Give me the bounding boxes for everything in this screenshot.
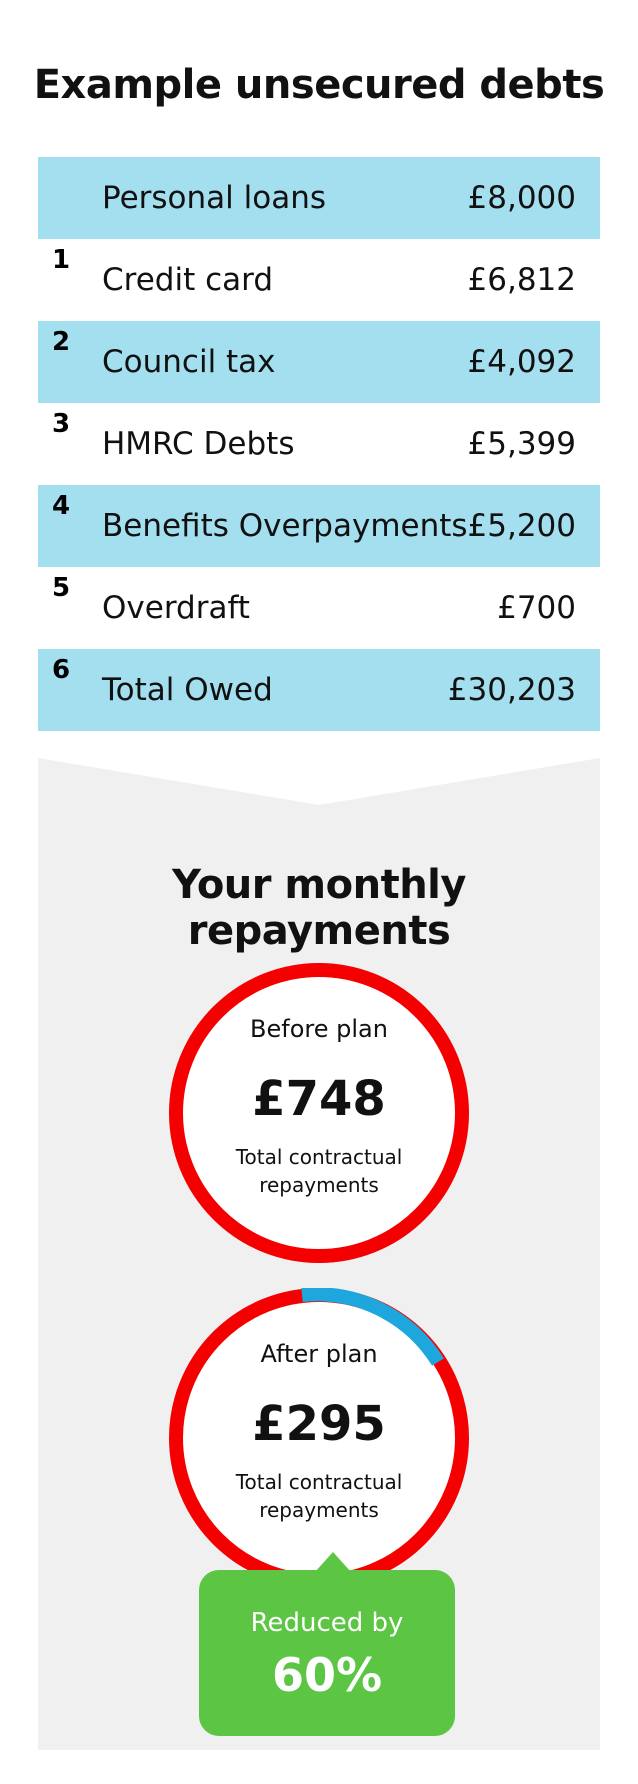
row-number: 4 — [52, 491, 71, 521]
debt-table: Personal loans £8,000 1 Credit card £6,8… — [38, 157, 600, 731]
row-number: 1 — [52, 245, 71, 275]
panel-notch-arrow — [38, 758, 600, 805]
debt-row-hmrc-debts: 3 HMRC Debts £5,399 — [38, 403, 600, 485]
debt-row-credit-card: 1 Credit card £6,812 — [38, 239, 600, 321]
debt-amount: £6,812 — [467, 262, 576, 298]
after-plan-ring: After plan £295 Total contractual repaym… — [169, 1288, 469, 1588]
after-sub-line2: repayments — [259, 1498, 379, 1522]
reduction-label: Reduced by — [250, 1608, 404, 1638]
badge-pointer — [315, 1552, 351, 1572]
debt-row-personal-loans: Personal loans £8,000 — [38, 157, 600, 239]
row-number: 5 — [52, 573, 71, 603]
debt-amount: £30,203 — [447, 672, 576, 708]
debt-amount: £5,200 — [467, 508, 576, 544]
reduction-badge: Reduced by 60% — [199, 1552, 455, 1736]
row-number: 2 — [52, 327, 71, 357]
before-sub-line2: repayments — [259, 1173, 379, 1197]
debt-amount: £5,399 — [467, 426, 576, 462]
repayments-title: Your monthly repayments — [172, 862, 466, 954]
after-plan-sub: Total contractual repayments — [229, 1468, 409, 1524]
debt-row-benefits-overpayments: 4 Benefits Overpayments £5,200 — [38, 485, 600, 567]
debt-row-council-tax: 2 Council tax £4,092 — [38, 321, 600, 403]
row-number: 6 — [52, 655, 71, 685]
after-plan-label: After plan — [260, 1340, 378, 1368]
row-number: 3 — [52, 409, 71, 439]
debt-row-total-owed: 6 Total Owed £30,203 — [38, 649, 600, 731]
debt-name: Credit card — [102, 262, 273, 298]
page-title: Example unsecured debts — [33, 62, 605, 108]
after-plan-amount: £295 — [252, 1396, 386, 1452]
before-sub-line1: Total contractual — [235, 1145, 403, 1169]
after-sub-line1: Total contractual — [235, 1470, 403, 1494]
debt-name: Benefits Overpayments — [102, 508, 468, 544]
before-plan-ring: Before plan £748 Total contractual repay… — [169, 963, 469, 1263]
debt-amount: £8,000 — [467, 180, 576, 216]
before-plan-sub: Total contractual repayments — [229, 1143, 409, 1199]
before-plan-label: Before plan — [250, 1015, 388, 1043]
debt-row-overdraft: 5 Overdraft £700 — [38, 567, 600, 649]
debt-amount: £700 — [497, 590, 576, 626]
debt-name: Personal loans — [102, 180, 327, 216]
reduction-value: 60% — [271, 1648, 383, 1702]
debt-name: Total Owed — [102, 672, 273, 708]
debt-amount: £4,092 — [467, 344, 576, 380]
debt-name: HMRC Debts — [102, 426, 295, 462]
before-plan-amount: £748 — [252, 1071, 386, 1127]
repayments-panel: Your monthly repayments Before plan £748… — [38, 758, 600, 1750]
debt-name: Council tax — [102, 344, 276, 380]
debt-name: Overdraft — [102, 590, 250, 626]
